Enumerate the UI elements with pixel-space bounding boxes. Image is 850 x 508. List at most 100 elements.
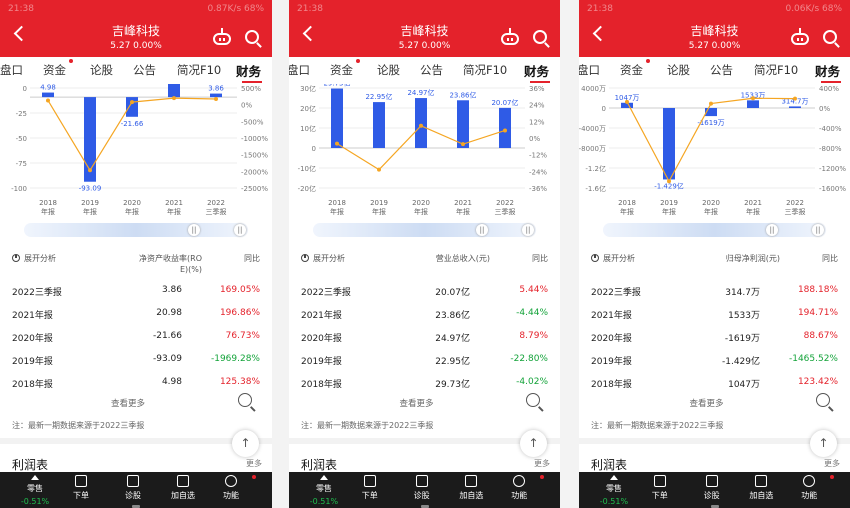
y-tick-label: -20亿: [298, 184, 316, 193]
period-cell: 2019年报: [591, 357, 632, 367]
search-icon[interactable]: [823, 30, 837, 44]
tab-4[interactable]: 简况F10: [463, 62, 507, 78]
yoy-point: [419, 123, 423, 128]
function-icon: [803, 475, 816, 487]
tab-1[interactable]: 资金: [620, 62, 643, 78]
slider-left-handle[interactable]: ||: [766, 224, 778, 236]
bottom-nav-item[interactable]: 零售 -0.51%: [303, 475, 345, 506]
expand-analysis-label[interactable]: 展开分析: [313, 253, 345, 264]
tab-5[interactable]: 财务: [815, 61, 840, 80]
tab-4[interactable]: 简况F10: [754, 62, 798, 78]
tab-2[interactable]: 论股: [90, 62, 113, 78]
bottom-nav-label: 功能: [223, 491, 239, 500]
tab-bar: 盘口 资金 论股 公告 简况F10 财务: [289, 57, 560, 83]
period-cell: 2020年报: [301, 334, 342, 344]
bottom-nav-item[interactable]: 诊股: [691, 475, 733, 501]
table-row: 2021年报 23.86亿 -4.44%: [289, 303, 560, 325]
back-to-top-button[interactable]: ↑: [232, 430, 259, 457]
tab-3[interactable]: 公告: [133, 62, 156, 78]
status-time: 21:38: [587, 4, 613, 14]
y-tick-label: -50: [16, 135, 27, 143]
yoy-point: [335, 141, 339, 146]
x-tick-label: 年报: [662, 207, 676, 216]
bottom-nav-item[interactable]: 功能: [210, 475, 252, 501]
y-tick-label: -1.6亿: [585, 184, 606, 193]
bottom-nav-item[interactable]: 功能: [498, 475, 540, 501]
bottom-nav-item[interactable]: 加自选: [162, 475, 204, 501]
tab-3[interactable]: 公告: [710, 62, 733, 78]
notification-dot: [540, 475, 544, 479]
more-link[interactable]: 更多: [246, 458, 262, 469]
tab-0[interactable]: 盘口: [0, 62, 23, 78]
x-tick-label: 年报: [414, 207, 428, 216]
magnifier-icon[interactable]: [816, 393, 830, 407]
tab-0[interactable]: 盘口: [579, 62, 600, 78]
bar: [42, 92, 54, 98]
bottom-nav-item[interactable]: 零售 -0.51%: [14, 475, 56, 506]
value-cell: -21.66: [152, 331, 182, 341]
bottom-nav-item[interactable]: 加自选: [740, 475, 782, 501]
expand-analysis-label[interactable]: 展开分析: [24, 253, 56, 264]
expand-analysis-label[interactable]: 展开分析: [603, 253, 635, 264]
bottom-nav-label: 零售: [605, 484, 622, 493]
robot-assistant-icon[interactable]: [501, 33, 519, 45]
order-icon: [75, 475, 87, 487]
robot-assistant-icon[interactable]: [213, 33, 231, 45]
robot-antenna: [509, 28, 511, 33]
bar: [789, 106, 801, 108]
x-tick-label: 三季报: [495, 207, 516, 216]
bottom-nav-item[interactable]: 下单: [60, 475, 102, 501]
tab-2[interactable]: 论股: [377, 62, 400, 78]
add-watchlist-icon: [465, 475, 478, 487]
tab-3[interactable]: 公告: [420, 62, 443, 78]
tab-1[interactable]: 资金: [330, 62, 353, 78]
see-more-link[interactable]: 查看更多: [690, 397, 724, 409]
bottom-nav-item[interactable]: 下单: [639, 475, 681, 501]
tab-bar: 盘口 资金 论股 公告 简况F10 财务: [0, 57, 272, 83]
y-tick-label: -25: [16, 110, 27, 118]
table-row: 2021年报 1533万 194.71%: [579, 303, 850, 325]
search-icon[interactable]: [533, 30, 547, 44]
slider-right-handle[interactable]: ||: [234, 224, 246, 236]
stock-title: 吉峰科技 5.27 0.00%: [289, 24, 560, 52]
bottom-nav-label: 功能: [801, 491, 818, 500]
tab-4[interactable]: 简况F10: [177, 62, 221, 78]
chart-range-slider[interactable]: || ||: [603, 223, 826, 237]
y2-tick-label: 500%: [241, 85, 261, 93]
chart-range-slider[interactable]: || ||: [24, 223, 248, 237]
bottom-nav-item[interactable]: 零售 -0.51%: [593, 475, 635, 506]
tab-2[interactable]: 论股: [667, 62, 690, 78]
slider-right-handle[interactable]: ||: [522, 224, 534, 236]
period-cell: 2021年报: [12, 311, 53, 321]
magnifier-icon[interactable]: [526, 393, 540, 407]
y2-tick-label: -1200%: [819, 165, 846, 173]
bottom-nav-item[interactable]: 功能: [788, 475, 830, 501]
more-link[interactable]: 更多: [534, 458, 550, 469]
tab-5[interactable]: 财务: [524, 61, 549, 80]
period-cell: 2018年报: [591, 380, 632, 390]
slider-left-handle[interactable]: ||: [476, 224, 488, 236]
more-link[interactable]: 更多: [824, 458, 840, 469]
bottom-nav-item[interactable]: 加自选: [450, 475, 492, 501]
slider-left-handle[interactable]: ||: [188, 224, 200, 236]
search-icon[interactable]: [245, 30, 259, 44]
chart-range-slider[interactable]: || ||: [313, 223, 536, 237]
magnifier-icon[interactable]: [238, 393, 252, 407]
see-more-link[interactable]: 查看更多: [111, 397, 145, 409]
back-to-top-button[interactable]: ↑: [520, 430, 547, 457]
bottom-nav-item[interactable]: 诊股: [401, 475, 443, 501]
bottom-nav-item[interactable]: 诊股: [112, 475, 154, 501]
notification-dot: [252, 475, 256, 479]
tab-1[interactable]: 资金: [43, 62, 66, 78]
robot-assistant-icon[interactable]: [791, 33, 809, 45]
y2-tick-label: 12%: [529, 118, 545, 126]
back-to-top-button[interactable]: ↑: [810, 430, 837, 457]
slider-right-handle[interactable]: ||: [812, 224, 824, 236]
see-more-link[interactable]: 查看更多: [400, 397, 434, 409]
tab-0[interactable]: 盘口: [289, 62, 310, 78]
tab-5[interactable]: 财务: [236, 61, 261, 80]
up-triangle-icon: [319, 475, 328, 480]
bottom-nav-item[interactable]: 下单: [349, 475, 391, 501]
period-cell: 2022三季报: [301, 288, 351, 298]
y-tick-label: 30亿: [300, 84, 316, 93]
